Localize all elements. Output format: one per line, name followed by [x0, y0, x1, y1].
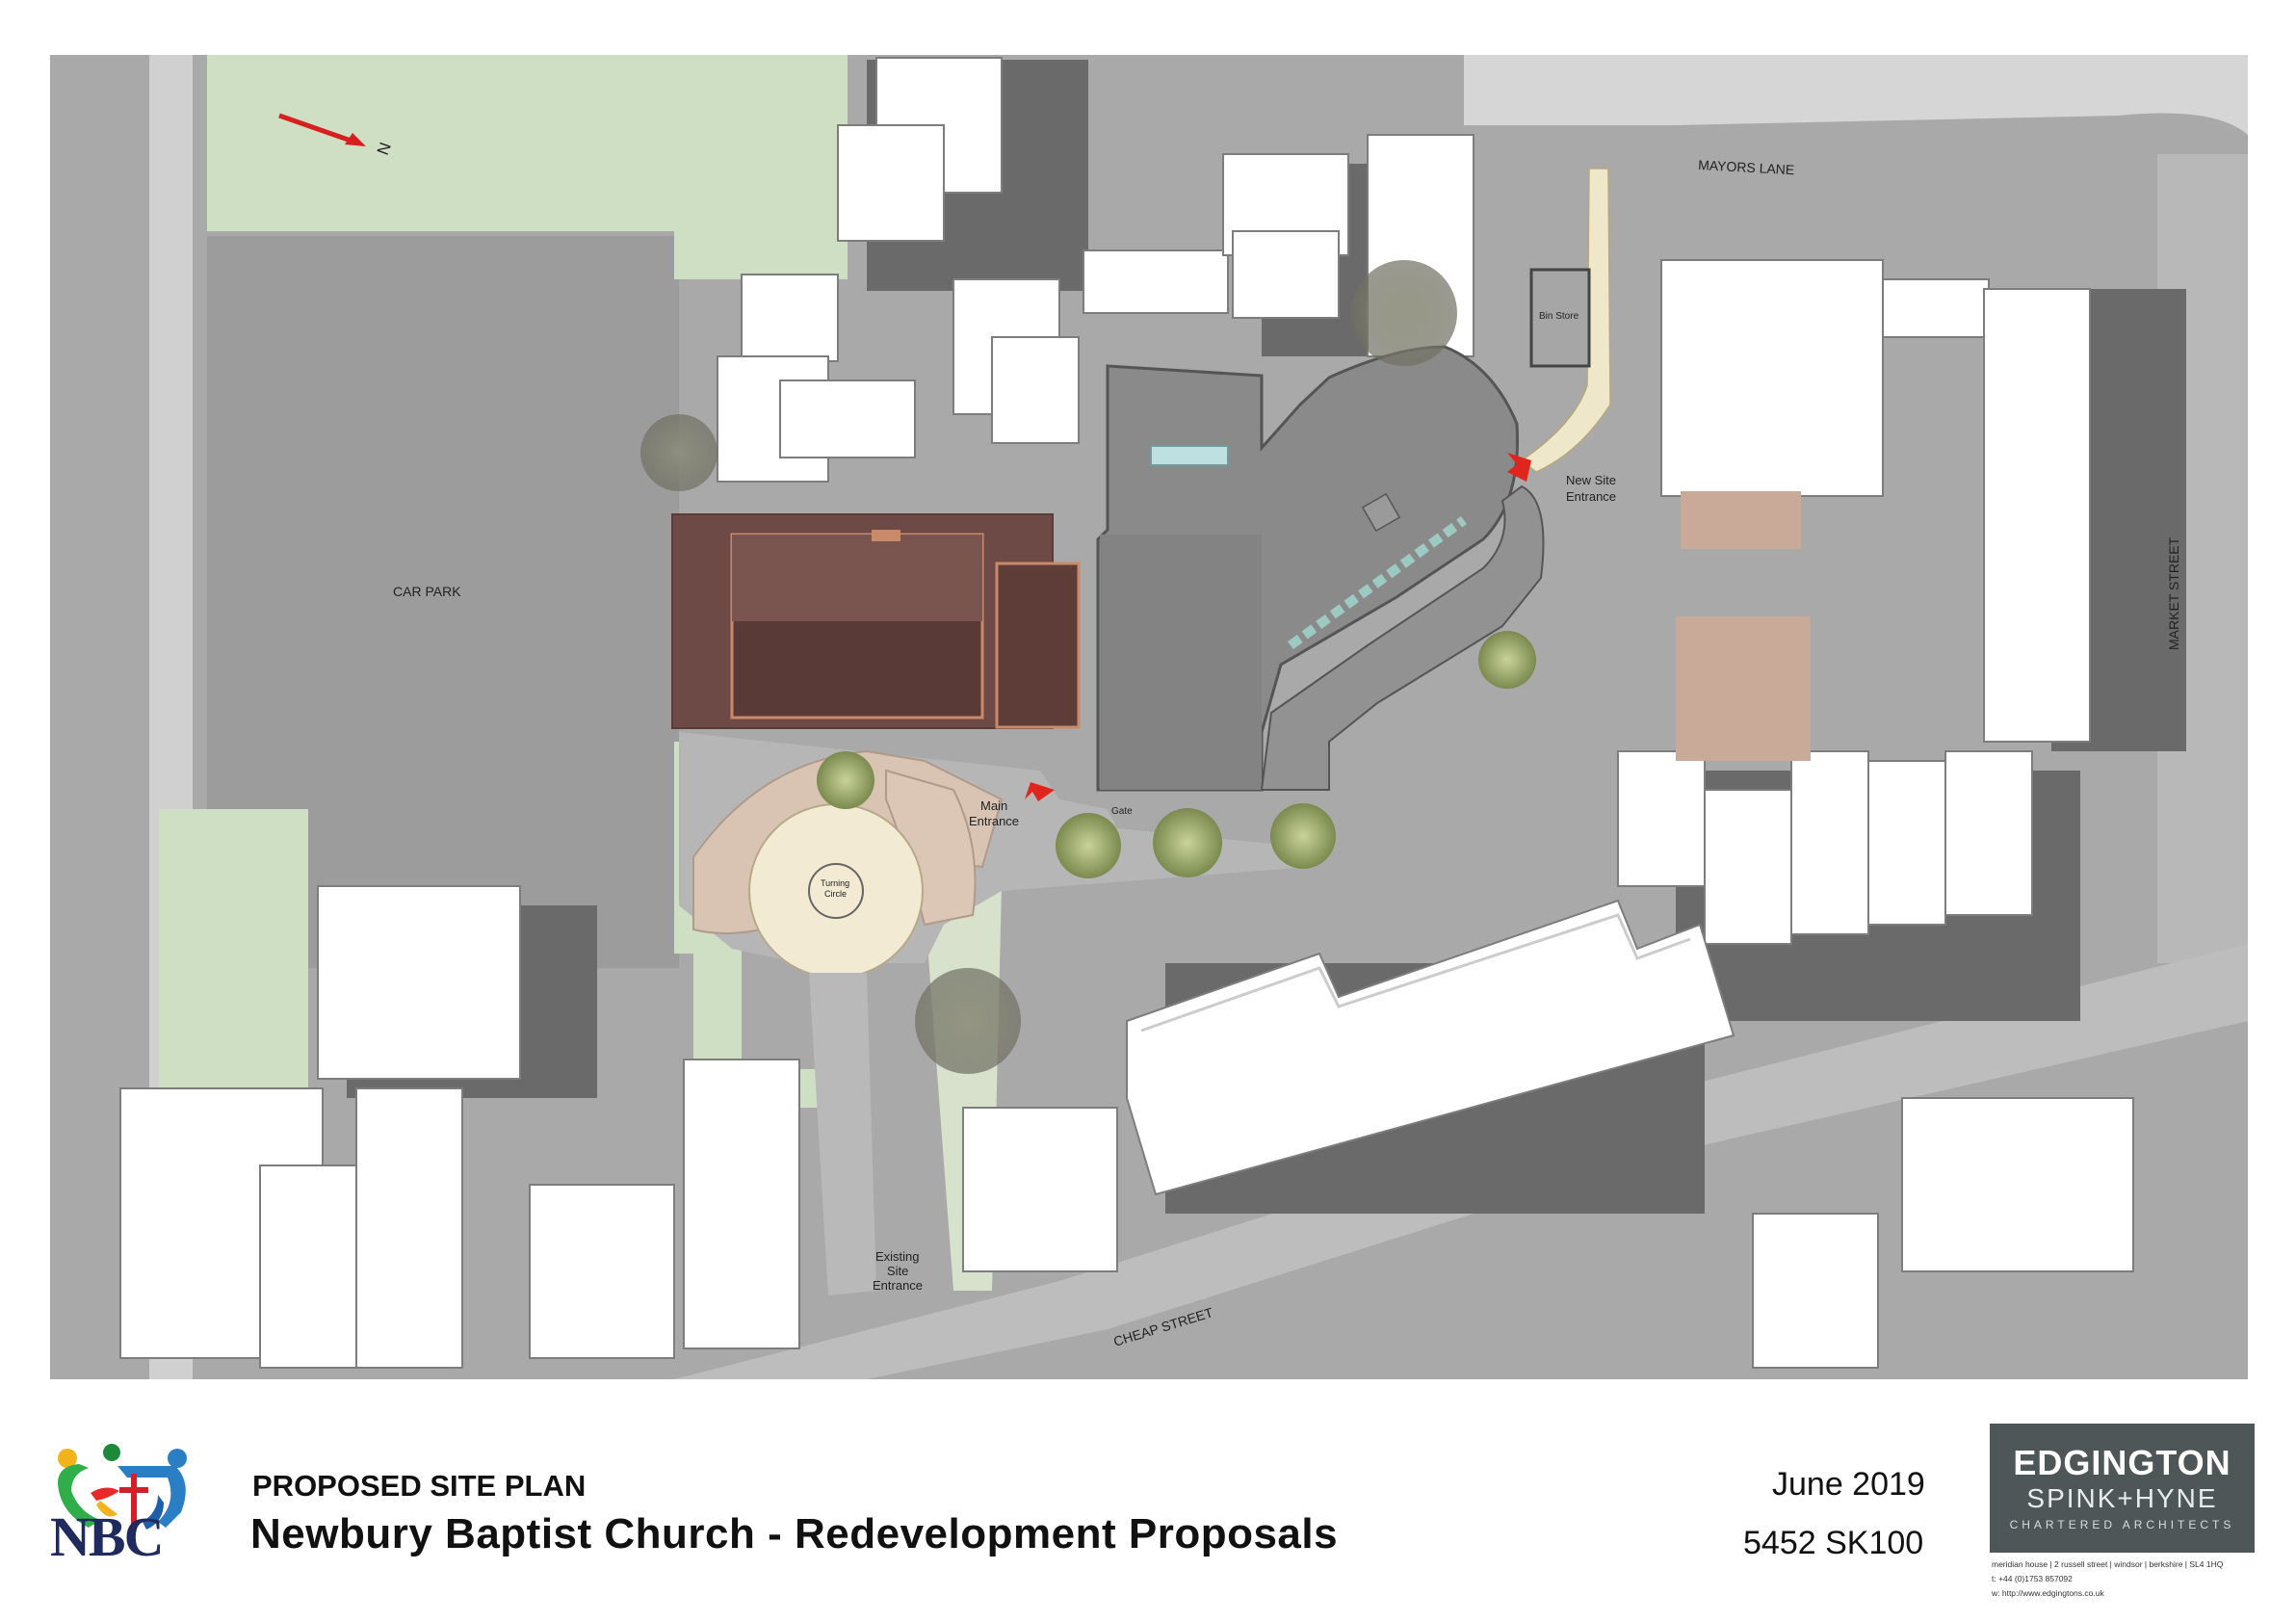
- bin-store-label: Bin Store: [1539, 311, 1579, 322]
- building-east-2: [1882, 278, 1990, 338]
- building-south-3: [683, 1059, 800, 1349]
- tree-canopy: [1351, 260, 1457, 366]
- architect-partners: SPINK+HYNE: [2026, 1483, 2218, 1513]
- existing-site-entrance-label: Existing: [875, 1249, 920, 1264]
- gate-label: Gate: [1111, 806, 1133, 817]
- building-southwest-1: [317, 885, 521, 1080]
- plan-date: June 2019: [1772, 1466, 1925, 1503]
- car-park-label: CAR PARK: [393, 584, 461, 599]
- street-label-market-street: MARKET STREET: [2166, 536, 2181, 650]
- nbc-logo-text: NBC: [50, 1505, 164, 1568]
- main-entrance-label: Entrance: [969, 814, 1019, 828]
- architect-website: w: http://www.edgingtons.co.uk: [1992, 1588, 2104, 1598]
- building-south-1: [962, 1107, 1118, 1272]
- building-north-5: [779, 379, 916, 458]
- site-plan-sheet: N MAYORS LANE MARKET STREET CHEAP STREET…: [50, 55, 2248, 1379]
- building-east-1: [1660, 259, 1884, 497]
- building-south-2: [529, 1184, 675, 1359]
- skylight: [1150, 445, 1229, 466]
- turning-circle-label: Circle: [824, 889, 847, 899]
- grass-area-west: [159, 809, 308, 1093]
- building-east-4: [1617, 750, 1706, 887]
- paving-areas: [1676, 491, 1811, 761]
- church-building: [671, 513, 1081, 729]
- tree: [817, 751, 874, 809]
- existing-site-entrance-label: Site: [887, 1264, 908, 1278]
- architect-logo: EDGINGTON SPINK+HYNE CHARTERED ARCHITECT…: [1990, 1424, 2255, 1553]
- building-north-10: [1232, 230, 1340, 319]
- building-southeast-2: [1752, 1213, 1879, 1369]
- building-north-3: [741, 274, 839, 362]
- new-site-entrance-label: Entrance: [1566, 489, 1616, 504]
- tree: [1153, 808, 1222, 877]
- plan-title: Newbury Baptist Church - Redevelopment P…: [250, 1510, 1339, 1557]
- tree: [1056, 813, 1121, 878]
- building-east-3: [1983, 288, 2091, 743]
- tree: [1478, 631, 1536, 689]
- building-east-6: [1790, 750, 1869, 935]
- drawing-reference: 5452 SK100: [1743, 1525, 1924, 1561]
- building-east-7: [1867, 760, 1946, 926]
- building-southwest-4: [259, 1164, 357, 1369]
- architect-tagline: CHARTERED ARCHITECTS: [2009, 1518, 2235, 1531]
- building-north-7: [991, 336, 1080, 444]
- existing-site-entrance-label: Entrance: [873, 1278, 923, 1293]
- building-southwest-3: [355, 1087, 463, 1369]
- tree-canopy: [640, 414, 718, 491]
- turning-circle-label: Turning: [821, 878, 849, 888]
- architect-address: meridian house | 2 russell street | wind…: [1992, 1559, 2224, 1569]
- building-southeast-1: [1901, 1097, 2134, 1272]
- building-north-2: [837, 124, 945, 242]
- building-north-8: [1083, 249, 1229, 314]
- new-site-entrance-label: New Site: [1566, 473, 1616, 487]
- plan-subtitle: PROPOSED SITE PLAN: [252, 1469, 587, 1503]
- tree-canopy: [915, 968, 1021, 1074]
- main-entrance-label: Main: [980, 798, 1007, 813]
- tree: [1270, 803, 1336, 869]
- building-east-5: [1704, 789, 1792, 945]
- architect-phone: t: +44 (0)1753 857092: [1992, 1574, 2073, 1583]
- building-east-8: [1944, 750, 2033, 916]
- architect-name: EDGINGTON: [2013, 1443, 2231, 1482]
